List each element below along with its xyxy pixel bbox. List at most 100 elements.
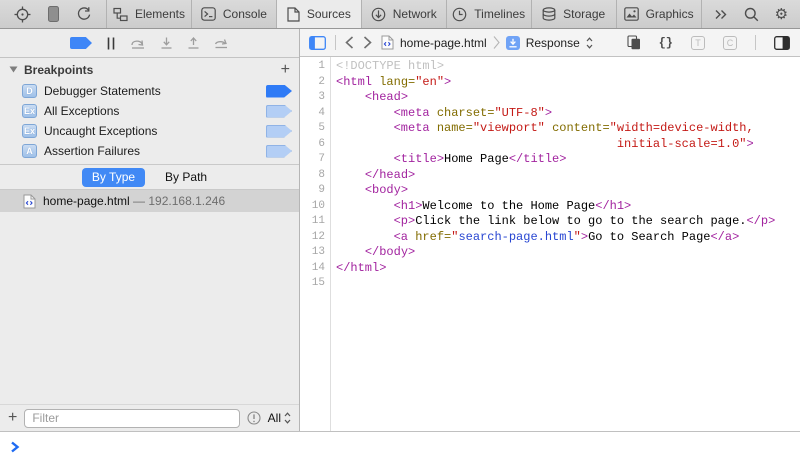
forward-button-icon[interactable] bbox=[363, 36, 372, 49]
toggle-details-sidebar-icon[interactable] bbox=[774, 36, 790, 50]
filter-input[interactable] bbox=[24, 409, 239, 428]
line-number[interactable]: 8 bbox=[300, 168, 331, 184]
breakpoint-row-debugger-statements[interactable]: D Debugger Statements bbox=[0, 81, 299, 101]
tab-label: Console bbox=[223, 7, 267, 21]
console-prompt-chevron-icon bbox=[10, 441, 20, 453]
breakpoint-type-icon: D bbox=[22, 84, 37, 98]
sources-icon bbox=[287, 7, 300, 22]
step-out-icon[interactable] bbox=[187, 37, 200, 50]
source-code-editor: 1<!DOCTYPE html>2<html lang="en">3 <head… bbox=[300, 57, 800, 431]
code-text: <a href="search-page.html">Go to Search … bbox=[331, 230, 800, 246]
code-line: 9 <body> bbox=[300, 183, 800, 199]
code-text: <title>Home Page</title> bbox=[331, 152, 800, 168]
line-number[interactable]: 13 bbox=[300, 245, 331, 261]
tab-label: Sources bbox=[307, 7, 351, 21]
html-document-icon bbox=[381, 35, 394, 50]
step-over-icon[interactable] bbox=[130, 37, 146, 50]
code-coverage-icon[interactable]: C bbox=[723, 36, 737, 50]
tab-label: Network bbox=[393, 7, 437, 21]
tab-console[interactable]: Console bbox=[192, 0, 277, 28]
code-text: <p>Click the link below to go to the sea… bbox=[331, 214, 800, 230]
back-button-icon[interactable] bbox=[345, 36, 354, 49]
tab-storage[interactable]: Storage bbox=[532, 0, 617, 28]
toggle-navigation-sidebar-icon[interactable] bbox=[309, 36, 326, 50]
section-title: Breakpoints bbox=[24, 63, 93, 77]
main-toolbar: Elements Console Sources Network bbox=[0, 0, 800, 29]
breakpoint-type-icon: Ex bbox=[22, 124, 37, 138]
line-number[interactable]: 15 bbox=[300, 276, 331, 292]
breakpoint-disabled-flag[interactable] bbox=[266, 125, 292, 138]
breakpoints-list: D Debugger Statements Ex All Exceptions … bbox=[0, 81, 299, 165]
network-icon bbox=[371, 7, 386, 22]
tab-timelines[interactable]: Timelines bbox=[447, 0, 532, 28]
breakpoint-disabled-flag[interactable] bbox=[266, 145, 292, 158]
code-text: <body> bbox=[331, 183, 800, 199]
timelines-icon bbox=[452, 7, 467, 22]
line-number[interactable]: 1 bbox=[300, 59, 331, 75]
pretty-print-icon[interactable]: {} bbox=[659, 36, 673, 50]
type-token-icon[interactable]: T bbox=[691, 36, 705, 50]
line-number[interactable]: 10 bbox=[300, 199, 331, 215]
code-text: </head> bbox=[331, 168, 800, 184]
breakpoints-section-header[interactable]: Breakpoints + bbox=[0, 58, 299, 81]
device-icon[interactable] bbox=[48, 6, 59, 22]
breakpoints-toggle-icon[interactable] bbox=[70, 37, 92, 49]
code-text: <h1>Welcome to the Home Page</h1> bbox=[331, 199, 800, 215]
tab-sources[interactable]: Sources bbox=[277, 0, 362, 28]
resource-label: home-page.html — 192.168.1.246 bbox=[43, 194, 225, 208]
breadcrumb: home-page.html Response bbox=[381, 35, 593, 50]
code-line: 15 bbox=[300, 276, 800, 292]
line-number[interactable]: 3 bbox=[300, 90, 331, 106]
tab-elements[interactable]: Elements bbox=[107, 0, 192, 28]
tab-label: Graphics bbox=[646, 7, 694, 21]
line-number[interactable]: 5 bbox=[300, 121, 331, 137]
reload-icon[interactable] bbox=[76, 6, 92, 22]
breadcrumb-file-name[interactable]: home-page.html bbox=[400, 36, 487, 50]
copy-icon[interactable] bbox=[627, 35, 641, 50]
more-tabs-icon[interactable] bbox=[714, 9, 728, 20]
tab-graphics[interactable]: Graphics bbox=[617, 0, 702, 28]
step-next-icon[interactable] bbox=[214, 37, 229, 50]
updown-chevrons-icon[interactable] bbox=[586, 37, 593, 49]
console-prompt-bar[interactable] bbox=[0, 431, 800, 461]
resource-row-home-page[interactable]: home-page.html — 192.168.1.246 bbox=[0, 190, 299, 212]
by-type-button[interactable]: By Type bbox=[82, 168, 145, 187]
tab-network[interactable]: Network bbox=[362, 0, 447, 28]
breakpoint-row-all-exceptions[interactable]: Ex All Exceptions bbox=[0, 101, 299, 121]
code-line: 6 initial-scale=1.0"> bbox=[300, 137, 800, 153]
pause-icon[interactable] bbox=[106, 37, 116, 50]
inspect-element-icon[interactable] bbox=[14, 6, 31, 23]
line-number[interactable]: 7 bbox=[300, 152, 331, 168]
line-number[interactable]: 4 bbox=[300, 106, 331, 122]
breadcrumb-content-type[interactable]: Response bbox=[526, 36, 580, 50]
settings-icon[interactable]: ⚙ bbox=[775, 7, 788, 22]
breakpoint-disabled-flag[interactable] bbox=[266, 105, 292, 118]
code-line: 1<!DOCTYPE html> bbox=[300, 59, 800, 75]
breakpoint-enabled-flag[interactable] bbox=[266, 85, 292, 98]
line-number[interactable]: 2 bbox=[300, 75, 331, 91]
search-icon[interactable] bbox=[744, 7, 759, 22]
code-line: 11 <p>Click the link below to go to the … bbox=[300, 214, 800, 230]
errors-only-icon[interactable] bbox=[247, 411, 261, 425]
breakpoint-row-uncaught-exceptions[interactable]: Ex Uncaught Exceptions bbox=[0, 121, 299, 141]
line-number[interactable]: 9 bbox=[300, 183, 331, 199]
sidebar-filter-bar: + All bbox=[0, 404, 299, 431]
line-number[interactable]: 6 bbox=[300, 137, 331, 153]
breakpoint-row-assertion-failures[interactable]: A Assertion Failures bbox=[0, 141, 299, 161]
elements-icon bbox=[113, 7, 128, 22]
add-breakpoint-button[interactable]: + bbox=[281, 62, 290, 78]
filter-scope-dropdown[interactable]: All bbox=[268, 411, 291, 425]
line-number[interactable]: 14 bbox=[300, 261, 331, 277]
by-path-button[interactable]: By Path bbox=[155, 168, 217, 187]
storage-icon bbox=[542, 7, 556, 22]
filter-add-button[interactable]: + bbox=[8, 410, 17, 426]
breakpoint-type-icon: Ex bbox=[22, 104, 37, 118]
line-number[interactable]: 11 bbox=[300, 214, 331, 230]
code-line: 4 <meta charset="UTF-8"> bbox=[300, 106, 800, 122]
debugger-sidebar: Breakpoints + D Debugger Statements Ex A… bbox=[0, 29, 300, 431]
step-into-icon[interactable] bbox=[160, 37, 173, 50]
breakpoint-type-icon: A bbox=[22, 144, 37, 158]
toolbar-left-controls bbox=[0, 0, 107, 28]
tab-label: Storage bbox=[563, 7, 605, 21]
line-number[interactable]: 12 bbox=[300, 230, 331, 246]
